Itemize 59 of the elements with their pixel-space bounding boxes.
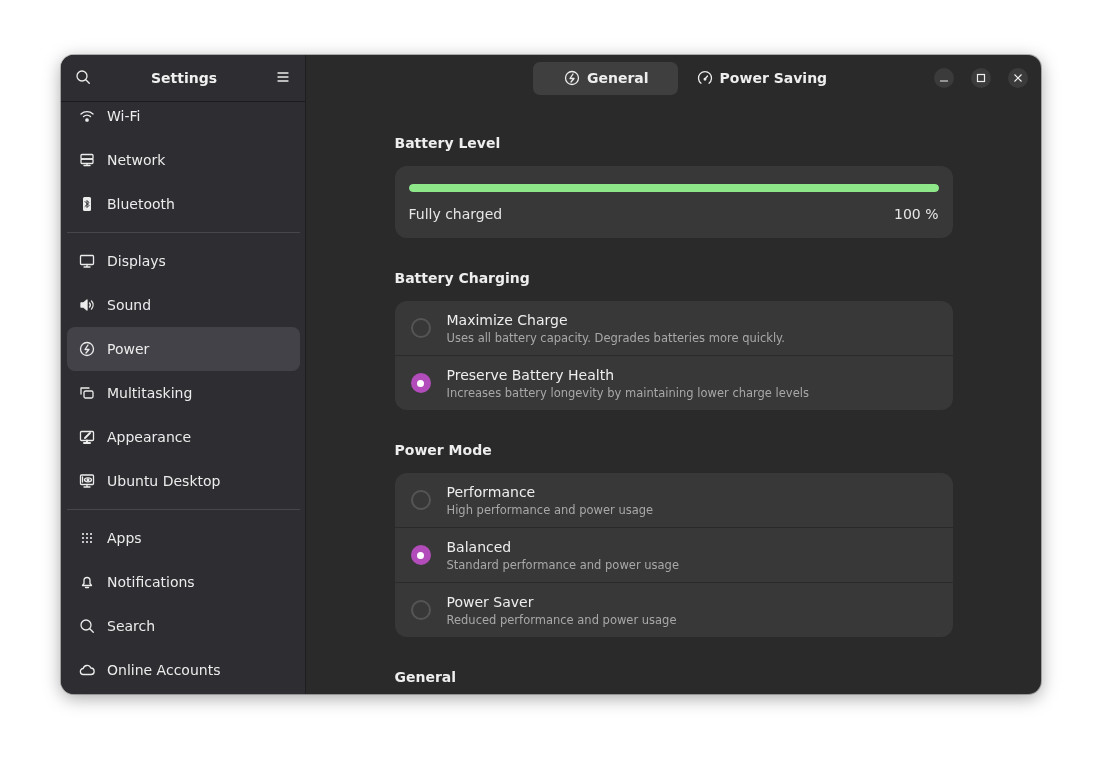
sidebar-item[interactable]: Appearance: [67, 415, 300, 459]
sidebar-item[interactable]: Apps: [67, 516, 300, 560]
battery-percent: 100 %: [894, 206, 939, 222]
bell-icon: [79, 574, 95, 590]
section-heading: Power Mode: [394, 441, 493, 460]
battery-status: Fully charged: [408, 206, 503, 222]
maximize-button[interactable]: [971, 68, 991, 88]
option-description: Standard performance and power usage: [446, 557, 679, 572]
option-label: Power Saver: [446, 593, 535, 610]
sidebar-item[interactable]: Network: [67, 138, 300, 182]
sidebar-item[interactable]: Search: [67, 604, 300, 648]
sidebar-item[interactable]: Sound: [67, 283, 300, 327]
option-description: Uses all battery capacity. Degrades batteries more quickly.: [446, 330, 785, 345]
search-icon: [75, 69, 91, 85]
sidebar-item[interactable]: Ubuntu Desktop: [67, 459, 300, 503]
sidebar-item[interactable]: Notifications: [67, 560, 300, 604]
grid-icon: [79, 530, 95, 546]
radio-button[interactable]: [410, 545, 431, 565]
option-description: Reduced performance and power usage: [446, 612, 677, 627]
window-title: Settings: [150, 70, 218, 86]
radio-button[interactable]: [410, 600, 431, 620]
sidebar-item[interactable]: Multitasking: [67, 371, 300, 415]
option-label: Balanced: [446, 538, 513, 555]
sidebar-item[interactable]: Power: [67, 327, 300, 371]
maximize-icon: [976, 73, 986, 83]
option-label: Preserve Battery Health: [446, 366, 615, 383]
sidebar-item[interactable]: Displays: [67, 239, 300, 283]
sidebar-item[interactable]: Bluetooth: [67, 182, 300, 226]
sidebar-item[interactable]: Online Accounts: [67, 648, 300, 692]
gauge-icon: [696, 70, 713, 86]
minimize-button[interactable]: [934, 68, 954, 88]
sidebar-item[interactable]: Wi-Fi: [67, 102, 300, 138]
radio-button[interactable]: [410, 318, 431, 338]
appearance-icon: [79, 429, 95, 445]
close-icon: [1013, 73, 1023, 83]
section-heading: Battery Charging: [394, 269, 531, 288]
tab[interactable]: General: [533, 61, 678, 95]
option-label: Performance: [446, 483, 537, 500]
minimize-icon: [940, 80, 948, 82]
search-icon: [79, 618, 95, 634]
option-label: Maximize Charge: [446, 311, 569, 328]
power-icon: [564, 70, 580, 86]
option-description: Increases battery longevity by maintaining lower charge levels: [446, 385, 809, 400]
network-icon: [79, 152, 95, 168]
wifi-icon: [79, 108, 95, 124]
cloud-icon: [79, 662, 95, 678]
radio-button[interactable]: [410, 490, 431, 510]
monitor-icon: [79, 253, 95, 269]
section-heading: Battery Level: [394, 134, 502, 153]
close-button[interactable]: [1008, 68, 1028, 88]
option-description: High performance and power usage: [446, 502, 654, 517]
radio-button[interactable]: [410, 373, 431, 393]
windows-icon: [79, 385, 95, 401]
power-icon: [79, 341, 95, 357]
menu-icon: [275, 69, 291, 85]
speaker-icon: [79, 297, 95, 313]
desktop-icon: [79, 473, 95, 489]
section-heading: General: [394, 668, 458, 687]
tab[interactable]: Power Saving: [681, 61, 843, 95]
